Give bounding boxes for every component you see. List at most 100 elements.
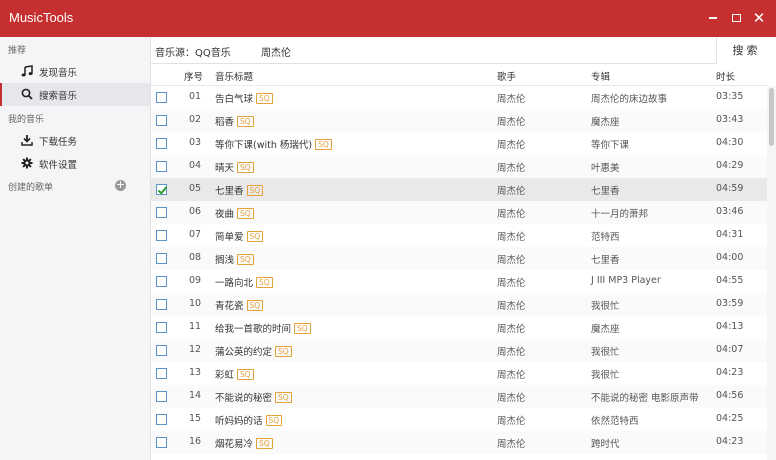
table-row[interactable]: 12 蒲公英的约定 SQ 周杰伦 我很忙 04:07 [151,339,767,362]
row-checkbox[interactable] [156,138,167,149]
row-checkbox[interactable] [156,161,167,172]
row-checkbox[interactable] [156,322,167,333]
title-bar: MusicTools ✕ [0,0,776,37]
row-title-cell[interactable]: 告白气球 SQ [215,91,273,105]
row-album: 跨时代 [591,439,620,450]
sidebar-item-search[interactable]: 搜索音乐 [0,83,150,106]
row-checkbox[interactable] [156,345,167,356]
row-duration: 04:29 [716,160,744,171]
table-row[interactable]: 08 搁浅 SQ 周杰伦 七里香 04:00 [151,247,767,270]
row-title-cell[interactable]: 彩虹 SQ [215,367,254,381]
table-row[interactable]: 02 稻香 SQ 周杰伦 魔杰座 03:43 [151,109,767,132]
sidebar-item-settings[interactable]: 软件设置 [0,152,150,175]
maximize-button[interactable] [727,8,745,28]
table-row[interactable]: 05 七里香 SQ 周杰伦 七里香 04:59 [151,178,767,201]
row-title-cell[interactable]: 晴天 SQ [215,160,254,174]
row-checkbox[interactable] [156,230,167,241]
sidebar-item-discover[interactable]: 发现音乐 [0,60,150,83]
table-row[interactable]: 03 等你下课(with 杨瑞代) SQ 周杰伦 等你下课 04:30 [151,132,767,155]
sidebar-item-label: 搜索音乐 [39,91,78,102]
row-title-cell[interactable]: 稻香 SQ [215,114,254,128]
row-checkbox[interactable] [156,92,167,103]
row-title-cell[interactable]: 一路向北 SQ [215,275,273,289]
row-checkbox[interactable] [156,207,167,218]
row-album: 依然范特西 [591,416,639,427]
sidebar-item-download[interactable]: 下载任务 [0,129,150,152]
row-title-cell[interactable]: 青花瓷 SQ [215,298,264,312]
row-duration: 04:56 [716,390,744,401]
table-row[interactable]: 14 不能说的秘密 SQ 周杰伦 不能说的秘密 电影原声带 04:56 [151,385,767,408]
table-row[interactable]: 06 夜曲 SQ 周杰伦 十一月的萧邦 03:46 [151,201,767,224]
row-checkbox[interactable] [156,184,167,195]
row-checkbox[interactable] [156,276,167,287]
row-title-cell[interactable]: 等你下课(with 杨瑞代) SQ [215,137,332,151]
row-number: 14 [189,390,202,401]
app-title: MusicTools [9,10,74,25]
sidebar: 推荐 发现音乐 搜索音乐 我的音乐 下载任务 软件设置 创建的歌单 + [0,37,151,460]
row-number: 05 [189,183,202,194]
row-checkbox[interactable] [156,368,167,379]
row-checkbox[interactable] [156,253,167,264]
row-artist: 周杰伦 [497,163,526,174]
row-album: 七里香 [591,186,620,197]
table-row[interactable]: 11 给我一首歌的时间 SQ 周杰伦 魔杰座 04:13 [151,316,767,339]
table-row[interactable]: 09 一路向北 SQ 周杰伦 J III MP3 Player 04:55 [151,270,767,293]
row-number: 11 [189,321,202,332]
song-title: 不能说的秘密 [215,393,273,404]
table-row[interactable]: 01 告白气球 SQ 周杰伦 周杰伦的床边故事 03:35 [151,86,767,109]
song-title: 稻香 [215,117,235,128]
close-icon: ✕ [752,9,766,27]
row-album: 七里香 [591,255,620,266]
row-album: 范特西 [591,232,620,243]
main-panel: 音乐源：QQ音乐 搜索 序号 音乐标题 歌手 专辑 时长 01告白气球SQ周杰伦… [151,37,776,460]
row-title-cell[interactable]: 给我一首歌的时间 SQ [215,321,311,335]
add-playlist-icon[interactable]: + [115,179,126,191]
row-album: 不能说的秘密 电影原声带 [591,393,699,404]
row-number: 09 [189,275,202,286]
row-artist: 周杰伦 [497,347,526,358]
scrollbar[interactable] [767,86,776,460]
row-duration: 03:59 [716,298,744,309]
row-duration: 04:23 [716,367,744,378]
row-title-cell[interactable]: 简单爱 SQ [215,229,264,243]
sidebar-item-label: 发现音乐 [39,68,78,79]
row-duration: 03:43 [716,114,744,125]
row-album: 我很忙 [591,347,620,358]
row-title-cell[interactable]: 不能说的秘密 SQ [215,390,292,404]
table-row[interactable]: 15 听妈妈的话 SQ 周杰伦 依然范特西 04:25 [151,408,767,431]
search-input[interactable] [261,41,711,61]
row-checkbox[interactable] [156,299,167,310]
row-number: 03 [189,137,202,148]
row-artist: 周杰伦 [497,255,526,266]
sq-quality-badge: SQ [315,139,332,150]
row-checkbox[interactable] [156,391,167,402]
row-artist: 周杰伦 [497,186,526,197]
song-title: 夜曲 [215,209,235,220]
table-row[interactable]: 16 烟花易冷 SQ 周杰伦 跨时代 04:23 [151,431,767,454]
row-title-cell[interactable]: 烟花易冷 SQ [215,436,273,450]
table-row[interactable]: 10 青花瓷 SQ 周杰伦 我很忙 03:59 [151,293,767,316]
minimize-button[interactable] [704,8,722,28]
row-checkbox[interactable] [156,115,167,126]
row-checkbox[interactable] [156,437,167,448]
table-row[interactable]: 07 简单爱 SQ 周杰伦 范特西 04:31 [151,224,767,247]
table-row[interactable]: 13 彩虹 SQ 周杰伦 我很忙 04:23 [151,362,767,385]
scrollbar-thumb[interactable] [769,88,774,146]
table-row[interactable]: 04 晴天 SQ 周杰伦 叶惠美 04:29 [151,155,767,178]
music-source-label[interactable]: 音乐源：QQ音乐 [155,44,231,59]
row-number: 04 [189,160,202,171]
close-button[interactable]: ✕ [750,8,768,28]
row-title-cell[interactable]: 搁浅 SQ [215,252,254,266]
row-number: 06 [189,206,202,217]
row-checkbox[interactable] [156,414,167,425]
row-title-cell[interactable]: 夜曲 SQ [215,206,254,220]
row-album: 叶惠美 [591,163,620,174]
row-artist: 周杰伦 [497,439,526,450]
song-title: 彩虹 [215,370,235,381]
song-title: 蒲公英的约定 [215,347,273,358]
row-title-cell[interactable]: 七里香 SQ [215,183,264,197]
row-title-cell[interactable]: 听妈妈的话 SQ [215,413,283,427]
row-title-cell[interactable]: 蒲公英的约定 SQ [215,344,292,358]
row-number: 07 [189,229,202,240]
search-button[interactable]: 搜索 [716,37,776,64]
